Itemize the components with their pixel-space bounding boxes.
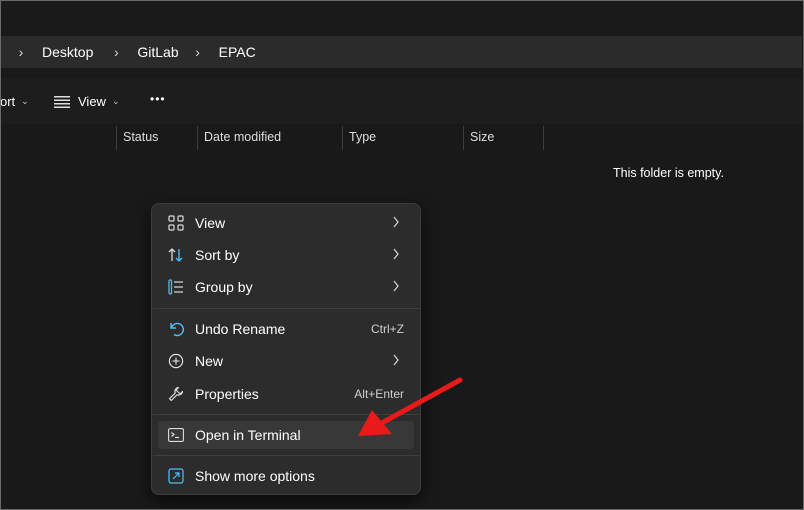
title-bar	[0, 0, 804, 30]
menu-item-label: New	[195, 353, 224, 369]
breadcrumb-epac[interactable]: EPAC	[219, 44, 256, 60]
menu-item-label: Properties	[195, 386, 259, 402]
breadcrumb-gitlab[interactable]: GitLab	[137, 44, 178, 60]
menu-item-label: Open in Terminal	[195, 427, 301, 443]
empty-folder-message: This folder is empty.	[613, 166, 724, 180]
chevron-right-icon[interactable]: ›	[16, 44, 26, 60]
menu-separator	[153, 308, 419, 309]
column-divider[interactable]	[543, 126, 544, 150]
breadcrumb-desktop[interactable]: Desktop	[42, 44, 93, 60]
column-headers: Status Date modified Type Size	[0, 124, 802, 150]
menu-item-show-more-options[interactable]: Show more options	[158, 462, 414, 490]
chevron-down-icon: ⌄	[111, 96, 120, 106]
menu-item-group-by[interactable]: Group by	[158, 273, 414, 301]
menu-item-undo-rename[interactable]: Undo Rename Ctrl+Z	[158, 315, 414, 343]
annotation-arrow-icon	[358, 377, 463, 436]
column-status[interactable]: Status	[117, 124, 197, 150]
undo-icon	[166, 319, 186, 339]
chevron-right-icon[interactable]: ›	[193, 44, 203, 60]
chevron-down-icon: ⌄	[21, 96, 29, 106]
view-button-label: View	[78, 94, 106, 109]
column-size[interactable]: Size	[464, 124, 544, 150]
chevron-right-icon	[392, 215, 400, 232]
list-view-icon	[54, 95, 70, 108]
context-menu: View Sort by Group by Undo Rename Ctrl+Z…	[151, 203, 421, 495]
breadcrumb[interactable]: › Desktop › GitLab › EPAC	[0, 36, 802, 68]
menu-item-label: View	[195, 215, 226, 231]
menu-item-sort-by[interactable]: Sort by	[158, 241, 414, 269]
chevron-right-icon	[392, 279, 400, 296]
menu-item-label: Sort by	[195, 247, 240, 263]
menu-item-label: Show more options	[195, 468, 315, 484]
wrench-icon	[166, 384, 186, 404]
column-type[interactable]: Type	[343, 124, 463, 150]
view-button[interactable]: View ⌄	[54, 94, 120, 109]
grid-icon	[166, 213, 186, 233]
menu-separator	[153, 455, 419, 456]
group-icon	[166, 277, 186, 297]
sort-button[interactable]: ort ⌄	[0, 94, 29, 109]
shortcut-text: Ctrl+Z	[371, 322, 404, 336]
menu-item-view[interactable]: View	[158, 209, 414, 237]
menu-item-label: Undo Rename	[195, 321, 286, 337]
sort-button-label: ort	[0, 94, 16, 109]
chevron-right-icon	[392, 353, 400, 370]
sort-icon	[166, 245, 186, 265]
expand-icon	[166, 466, 186, 486]
column-date-modified[interactable]: Date modified	[198, 124, 342, 150]
more-options-button[interactable]: •••	[150, 92, 166, 106]
menu-item-label: Group by	[195, 279, 253, 295]
terminal-icon	[166, 425, 186, 445]
command-bar: ort ⌄ View ⌄ •••	[0, 78, 802, 124]
chevron-right-icon[interactable]: ›	[111, 44, 121, 60]
chevron-right-icon	[392, 247, 400, 264]
new-icon	[166, 351, 186, 371]
